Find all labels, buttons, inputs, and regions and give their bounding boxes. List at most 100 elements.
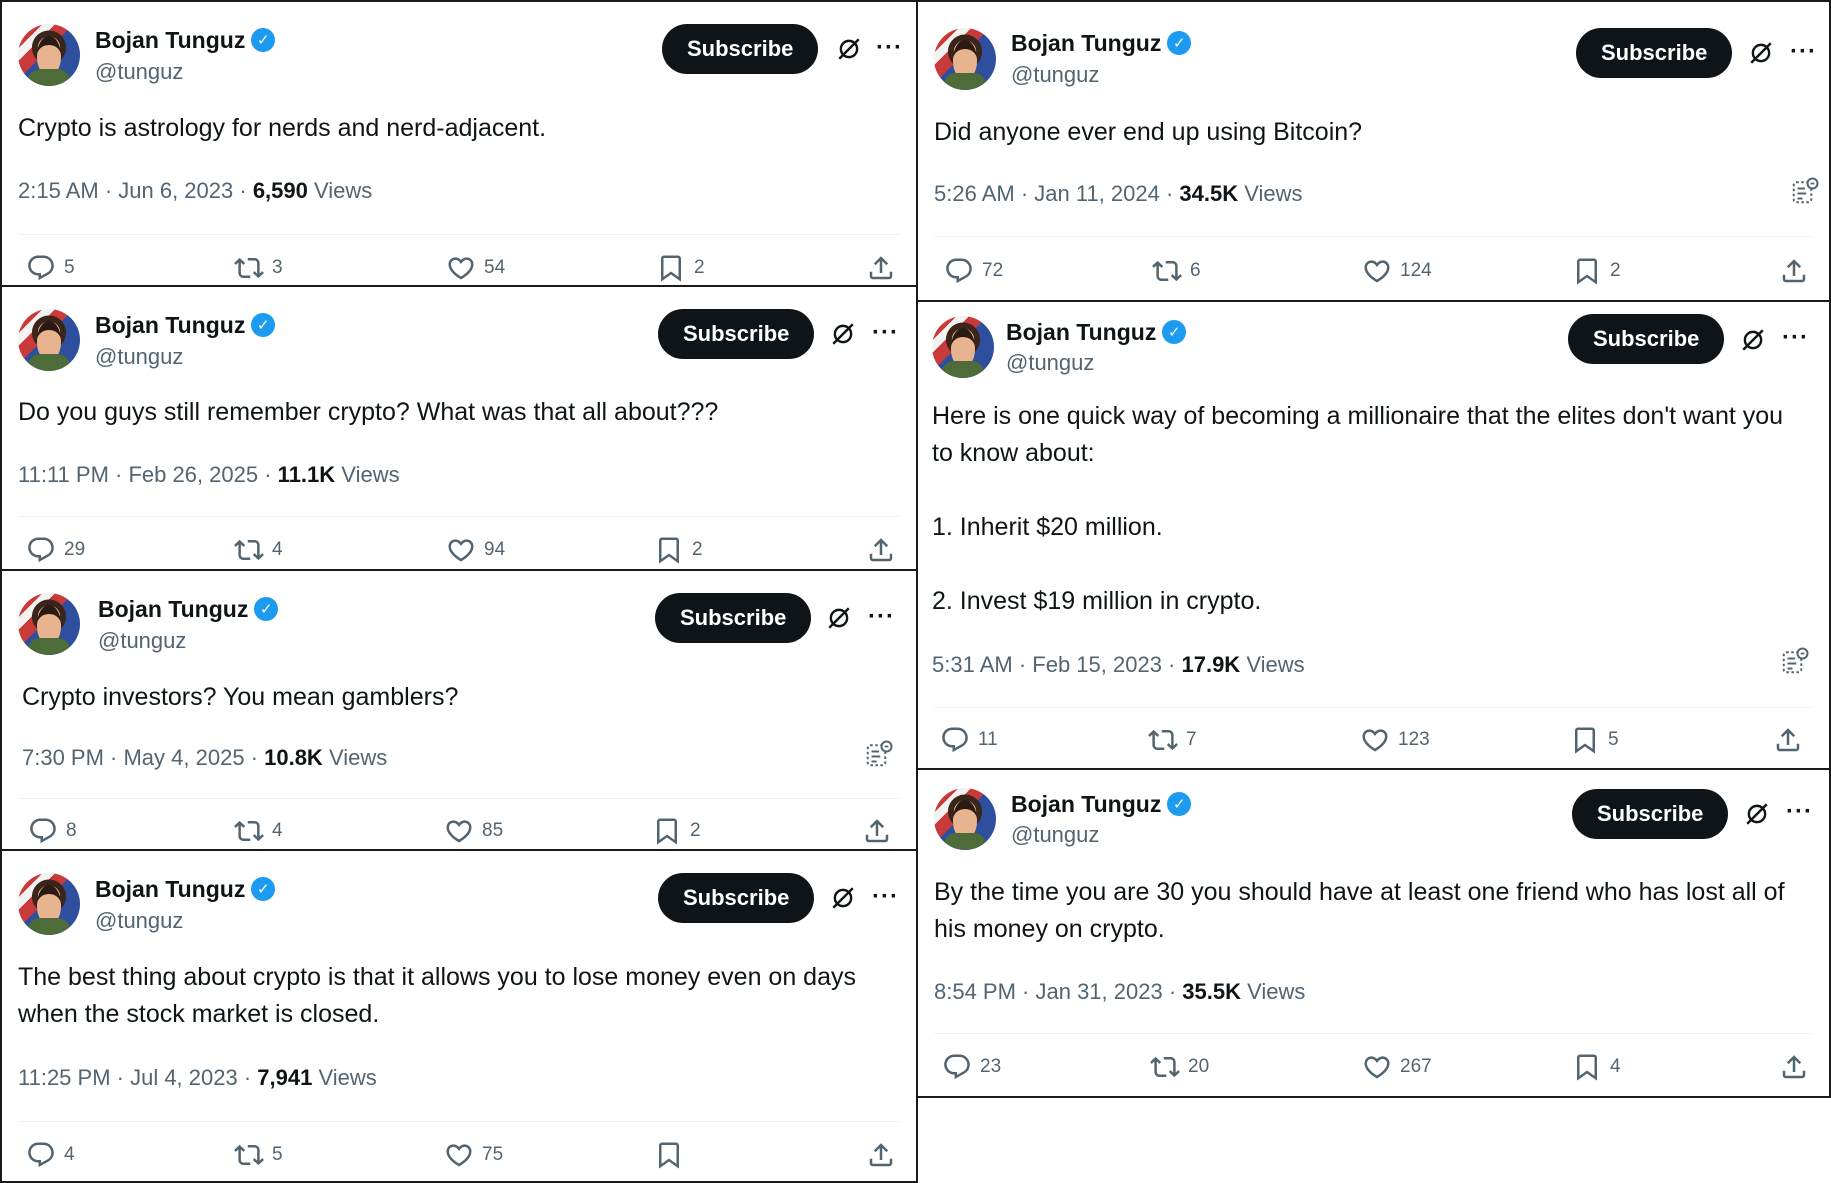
like-button[interactable]: 75 (444, 1140, 503, 1170)
community-notes-icon[interactable] (1790, 176, 1820, 206)
tweet-card[interactable]: Bojan Tunguz ✓ @tunguz Subscribe ··· Do y… (0, 285, 918, 571)
avatar[interactable] (18, 873, 80, 935)
grok-icon[interactable] (836, 36, 862, 62)
author-name[interactable]: Bojan Tunguz (95, 311, 245, 339)
tweet-card[interactable]: Bojan Tunguz ✓ @tunguz Subscribe ··· By t… (916, 768, 1831, 1098)
author-name[interactable]: Bojan Tunguz (95, 875, 245, 903)
timestamp[interactable]: 2:15 AM · Jun 6, 2023 · (18, 178, 253, 203)
like-button[interactable]: 267 (1362, 1052, 1432, 1082)
tweet-card[interactable]: Bojan Tunguz ✓ @tunguz Subscribe ··· The … (0, 849, 918, 1183)
repost-button[interactable]: 4 (234, 535, 283, 565)
subscribe-button[interactable]: Subscribe (1572, 789, 1729, 839)
avatar[interactable] (18, 593, 80, 655)
subscribe-button[interactable]: Subscribe (658, 873, 815, 923)
community-notes-icon[interactable] (864, 739, 894, 769)
grok-icon[interactable] (830, 321, 856, 347)
tweet-card[interactable]: Bojan Tunguz ✓ @tunguz Subscribe ··· Cryp… (0, 569, 918, 851)
avatar[interactable] (934, 28, 996, 90)
share-button[interactable] (866, 253, 896, 287)
author-handle[interactable]: @tunguz (1006, 350, 1094, 376)
like-button[interactable]: 94 (446, 535, 505, 565)
share-button[interactable] (1779, 256, 1809, 291)
reply-count: 29 (64, 539, 86, 560)
reply-button[interactable]: 8 (28, 816, 77, 846)
author-handle[interactable]: @tunguz (95, 59, 183, 85)
grok-icon[interactable] (1744, 801, 1770, 827)
timestamp[interactable]: 11:25 PM · Jul 4, 2023 · (18, 1065, 257, 1090)
author-name[interactable]: Bojan Tunguz (1011, 790, 1161, 818)
author-name[interactable]: Bojan Tunguz (98, 595, 248, 623)
subscribe-button[interactable]: Subscribe (1568, 314, 1725, 364)
share-button[interactable] (866, 1140, 896, 1175)
share-button[interactable] (862, 816, 892, 851)
repost-button[interactable]: 7 (1148, 725, 1197, 755)
subscribe-button[interactable]: Subscribe (1576, 28, 1733, 78)
like-button[interactable]: 85 (444, 816, 503, 846)
verified-badge-icon: ✓ (254, 597, 279, 621)
bookmark-button[interactable] (654, 1140, 692, 1170)
tweet-card[interactable]: Bojan Tunguz ✓ @tunguz Subscribe ··· Here… (916, 300, 1831, 770)
reply-button[interactable]: 23 (942, 1052, 1001, 1082)
share-button[interactable] (1779, 1052, 1809, 1087)
avatar[interactable] (932, 316, 994, 378)
more-options-icon[interactable]: ··· (1790, 38, 1817, 66)
repost-button[interactable]: 4 (234, 816, 283, 846)
bookmark-button[interactable]: 2 (654, 535, 703, 565)
reply-button[interactable]: 5 (26, 253, 75, 283)
bookmark-button[interactable]: 5 (1570, 725, 1619, 755)
repost-button[interactable]: 3 (234, 253, 283, 283)
avatar[interactable] (934, 788, 996, 850)
more-options-icon[interactable]: ··· (876, 34, 903, 62)
bookmark-button[interactable]: 2 (652, 816, 701, 846)
author-handle[interactable]: @tunguz (1011, 822, 1099, 848)
repost-button[interactable]: 6 (1152, 256, 1201, 286)
subscribe-button[interactable]: Subscribe (655, 593, 812, 643)
author-name[interactable]: Bojan Tunguz (1011, 29, 1161, 57)
view-count: 34.5K (1179, 181, 1239, 206)
avatar[interactable] (18, 309, 80, 371)
reply-button[interactable]: 72 (944, 256, 1003, 286)
grok-icon[interactable] (1748, 40, 1774, 66)
reply-button[interactable]: 29 (26, 535, 85, 565)
avatar[interactable] (18, 24, 80, 86)
grok-icon[interactable] (1740, 327, 1766, 353)
author-name[interactable]: Bojan Tunguz (95, 26, 245, 54)
more-options-icon[interactable]: ··· (872, 883, 899, 911)
more-options-icon[interactable]: ··· (1782, 324, 1809, 352)
like-button[interactable]: 124 (1362, 256, 1432, 286)
bookmark-button[interactable]: 2 (656, 253, 705, 283)
share-button[interactable] (1773, 725, 1803, 760)
like-button[interactable]: 54 (446, 253, 505, 283)
timestamp[interactable]: 5:31 AM · Feb 15, 2023 · (932, 652, 1181, 677)
repost-button[interactable]: 5 (234, 1140, 283, 1170)
timestamp[interactable]: 11:11 PM · Feb 26, 2025 · (18, 462, 278, 487)
community-notes-icon[interactable] (1780, 646, 1810, 676)
subscribe-button[interactable]: Subscribe (658, 309, 815, 359)
like-icon (1360, 725, 1390, 755)
author-handle[interactable]: @tunguz (95, 908, 183, 934)
reply-button[interactable]: 4 (26, 1140, 75, 1170)
grok-icon[interactable] (826, 605, 852, 631)
subscribe-button[interactable]: Subscribe (662, 24, 819, 74)
tweet-card[interactable]: Bojan Tunguz ✓ @tunguz Subscribe ··· Cryp… (0, 0, 918, 287)
tweet-meta: 5:31 AM · Feb 15, 2023 · 17.9K Views (932, 652, 1305, 678)
bookmark-icon (654, 1140, 684, 1170)
bookmark-button[interactable]: 2 (1572, 256, 1621, 286)
like-button[interactable]: 123 (1360, 725, 1430, 755)
timestamp[interactable]: 7:30 PM · May 4, 2025 · (22, 745, 264, 770)
more-options-icon[interactable]: ··· (1786, 798, 1813, 826)
bookmark-button[interactable]: 4 (1572, 1052, 1621, 1082)
repost-button[interactable]: 20 (1150, 1052, 1209, 1082)
author-name[interactable]: Bojan Tunguz (1006, 318, 1156, 346)
more-options-icon[interactable]: ··· (868, 603, 895, 631)
author-handle[interactable]: @tunguz (95, 344, 183, 370)
grok-icon[interactable] (830, 885, 856, 911)
timestamp[interactable]: 5:26 AM · Jan 11, 2024 · (934, 181, 1179, 206)
reply-button[interactable]: 11 (940, 725, 998, 755)
share-button[interactable] (866, 535, 896, 570)
tweet-card[interactable]: Bojan Tunguz ✓ @tunguz Subscribe ··· Did … (916, 0, 1831, 302)
timestamp[interactable]: 8:54 PM · Jan 31, 2023 · (934, 979, 1182, 1004)
more-options-icon[interactable]: ··· (872, 319, 899, 347)
author-handle[interactable]: @tunguz (1011, 62, 1099, 88)
author-handle[interactable]: @tunguz (98, 628, 186, 654)
